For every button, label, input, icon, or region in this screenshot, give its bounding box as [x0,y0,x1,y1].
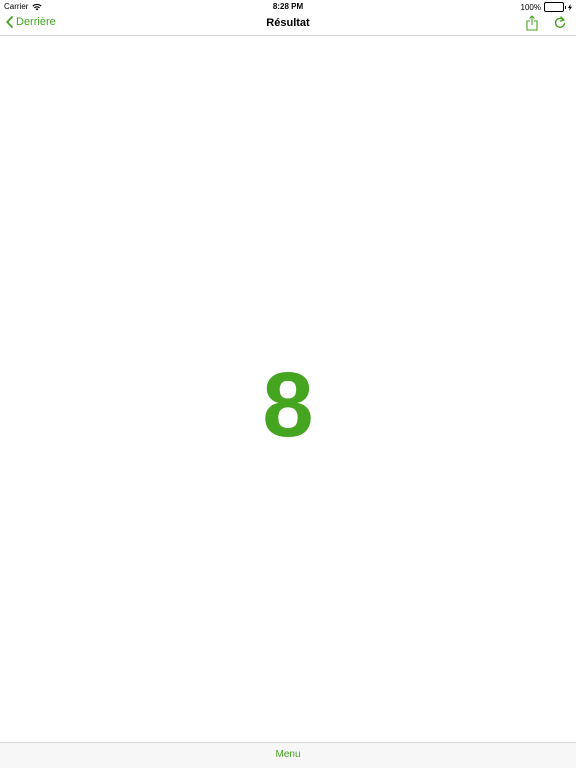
status-right: 100% [521,2,572,12]
menu-button[interactable]: Menu [0,749,576,760]
share-icon [526,15,538,31]
page-title: Résultat [266,17,310,29]
bottom-toolbar: Menu [0,742,576,768]
navigation-bar: Derrière Résultat [0,12,576,36]
status-time: 8:28 PM [272,2,304,11]
status-bar: Carrier 8:28 PM 100% [0,0,576,12]
charging-bolt-icon [568,3,572,11]
battery-percent: 100% [520,2,541,12]
refresh-button[interactable] [554,16,566,29]
app-screen: Carrier 8:28 PM 100% Derrière Résultat 8… [0,0,576,768]
result-value: 8 [262,354,314,456]
refresh-icon [554,16,566,29]
share-button[interactable] [526,15,538,31]
battery-icon [544,2,566,12]
